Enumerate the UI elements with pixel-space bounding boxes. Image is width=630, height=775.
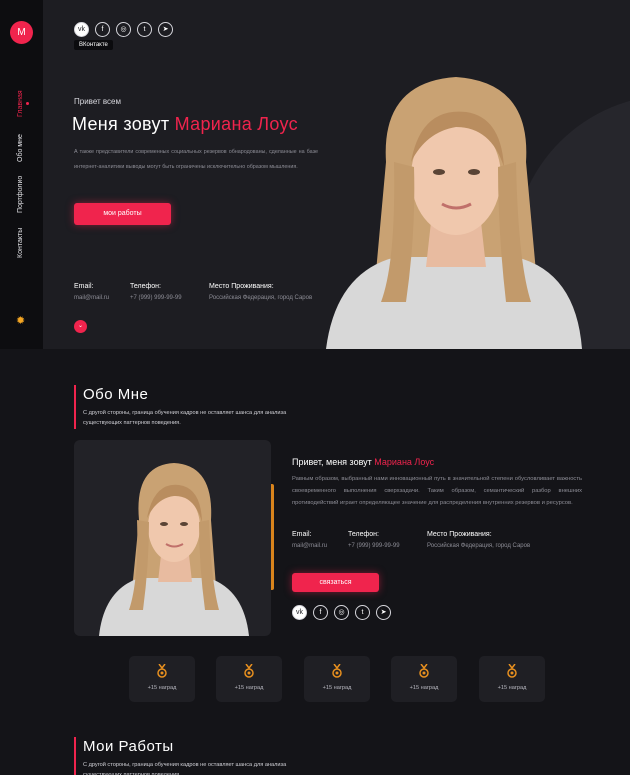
works-title: Мои Работы (83, 738, 174, 755)
hero-location-value: Российская Федерация, город Саров (209, 295, 313, 301)
award-label: +15 наград (497, 685, 527, 691)
medal-icon (419, 664, 429, 678)
about-subtitle: С другой стороны, граница обучения кадро… (83, 410, 287, 426)
hero-greeting: Привет всем (74, 97, 122, 106)
works-title-bar (74, 737, 76, 775)
award-label: +15 наград (322, 685, 352, 691)
nav-item-portfolio[interactable]: Портфолио (17, 176, 24, 213)
hero-section: vk f ◎ t ➤ ВКонтакте Привет всем Меня зо… (43, 0, 630, 349)
about-photo-card (74, 440, 271, 636)
hero-title-name: Мариана Лоус (174, 114, 298, 134)
about-hello-name: Мариана Лоус (374, 457, 435, 467)
medal-icon (244, 664, 254, 678)
about-social-links: vk f ◎ t ➤ (292, 605, 391, 620)
vk-icon[interactable]: vk (292, 605, 307, 620)
about-phone-value[interactable]: +7 (999) 999-99-99 (348, 543, 400, 549)
vk-icon[interactable]: vk (74, 22, 89, 37)
works-subtitle: С другой стороны, граница обучения кадро… (83, 762, 287, 775)
instagram-icon[interactable]: ◎ (334, 605, 349, 620)
award-card: +15 наград (216, 656, 282, 702)
award-card: +15 наград (304, 656, 370, 702)
award-label: +15 наград (147, 685, 177, 691)
hero-title: Меня зовут Мариана Лоус (72, 114, 298, 135)
scroll-down-icon[interactable]: ⌄ (74, 320, 87, 333)
award-label: +15 наград (234, 685, 264, 691)
hero-description: А также представители современных социал… (74, 149, 318, 170)
telegram-icon[interactable]: ➤ (376, 605, 391, 620)
about-phone-label: Телефон: (348, 531, 379, 538)
hero-social-links: vk f ◎ t ➤ (74, 22, 173, 37)
sun-icon[interactable]: ✹ (16, 316, 25, 327)
about-card-accent (271, 484, 274, 590)
hero-phone-label: Телефон: (130, 283, 161, 290)
instagram-icon[interactable]: ◎ (116, 22, 131, 37)
about-hello-prefix: Привет, меня зовут (292, 457, 375, 467)
about-description: Равным образом, выбранный нами инновацио… (292, 476, 582, 506)
award-label: +15 наград (409, 685, 439, 691)
my-works-button[interactable]: мои работы (74, 203, 171, 225)
medal-icon (507, 664, 517, 678)
about-title-bar (74, 385, 76, 429)
hero-portrait (326, 77, 582, 349)
telegram-icon[interactable]: ➤ (158, 22, 173, 37)
award-card: +15 наград (129, 656, 195, 702)
award-card: +15 наград (391, 656, 457, 702)
vk-tooltip: ВКонтакте (74, 40, 113, 50)
about-email-value[interactable]: mail@mail.ru (292, 543, 327, 549)
award-card: +15 наград (479, 656, 545, 702)
hero-phone-value[interactable]: +7 (999) 999-99-99 (130, 295, 182, 301)
about-portrait (99, 463, 249, 636)
contact-button[interactable]: связаться (292, 573, 379, 592)
about-location-value: Российская Федерация, город Саров (427, 543, 531, 549)
hero-title-prefix: Меня зовут (72, 114, 175, 134)
about-title: Обо Мне (83, 386, 149, 403)
medal-icon (157, 664, 167, 678)
hero-location-label: Место Проживания: (209, 283, 274, 290)
nav-item-contacts[interactable]: Контакты (17, 228, 24, 258)
hero-email-label: Email: (74, 283, 94, 290)
nav-item-home[interactable]: Главная (17, 90, 24, 117)
twitter-icon[interactable]: t (355, 605, 370, 620)
facebook-icon[interactable]: f (95, 22, 110, 37)
hero-email-value[interactable]: mail@mail.ru (74, 295, 109, 301)
sidebar: M Главная Обо мне Портфолио Контакты ✹ (0, 0, 43, 349)
about-email-label: Email: (292, 531, 312, 538)
facebook-icon[interactable]: f (313, 605, 328, 620)
twitter-icon[interactable]: t (137, 22, 152, 37)
nav-item-about[interactable]: Обо мне (17, 134, 24, 162)
about-hello: Привет, меня зовут Мариана Лоус (292, 457, 434, 467)
logo[interactable]: M (10, 21, 33, 44)
active-nav-dot (26, 102, 29, 105)
medal-icon (332, 664, 342, 678)
about-location-label: Место Проживания: (427, 531, 492, 538)
